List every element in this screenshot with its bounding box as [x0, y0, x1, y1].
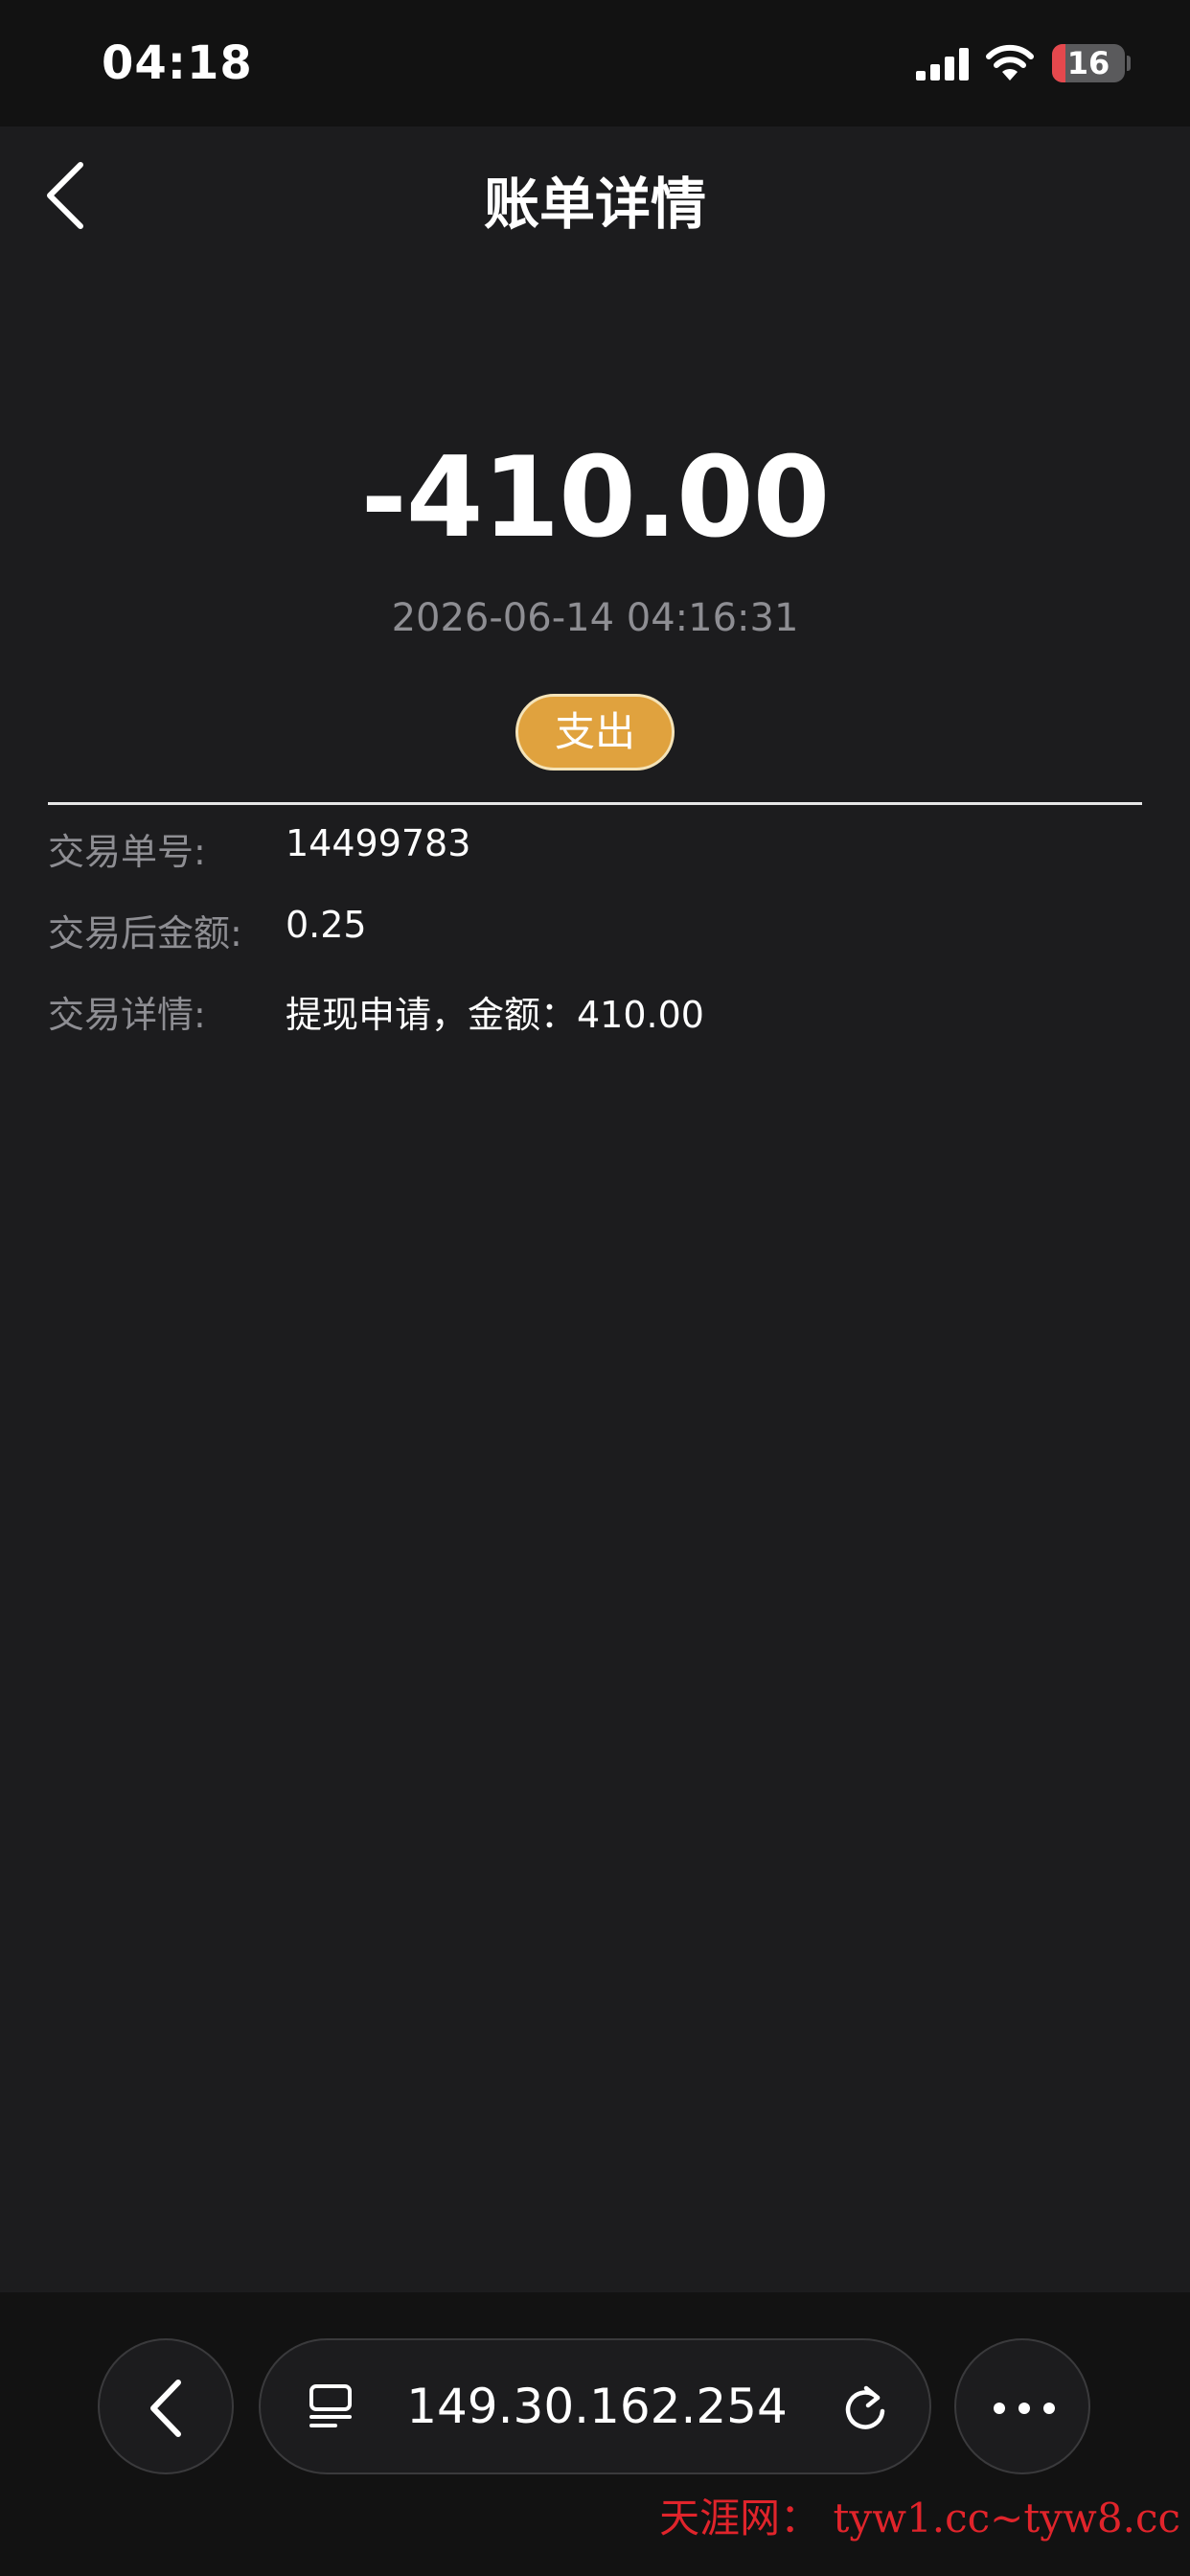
status-bar: 04:18 16 — [0, 0, 1190, 126]
detail-value: 14499783 — [286, 822, 471, 864]
status-time: 04:18 — [102, 36, 253, 90]
chevron-left-icon — [150, 2380, 181, 2437]
ellipsis-icon — [994, 2403, 1055, 2414]
battery-cap — [1127, 56, 1131, 71]
detail-row-description: 交易详情: 提现申请，金额：410.00 — [48, 985, 1142, 1043]
url-text[interactable]: 149.30.162.254 — [261, 2340, 933, 2472]
address-bar[interactable]: 149.30.162.254 — [259, 2338, 931, 2474]
detail-row-order-number: 交易单号: 14499783 — [48, 822, 1142, 880]
detail-row-balance-after: 交易后金额: 0.25 — [48, 904, 1142, 961]
wifi-icon — [986, 44, 1034, 80]
divider — [48, 802, 1142, 805]
bill-detail-screen: 04:18 16 账单详情 -410.00 2026-06-14 04:16:3… — [0, 0, 1190, 2576]
browser-back-button[interactable] — [98, 2338, 234, 2474]
detail-value: 0.25 — [286, 904, 367, 946]
detail-value: 提现申请，金额：410.00 — [286, 994, 704, 1036]
reload-icon[interactable] — [841, 2382, 889, 2432]
battery-icon: 16 — [1052, 44, 1125, 82]
transaction-type-badge: 支出 — [515, 694, 675, 770]
cellular-signal-icon — [916, 48, 969, 80]
detail-label: 交易后金额: — [48, 912, 242, 954]
transaction-amount: -410.00 — [360, 433, 831, 563]
battery-level: 16 — [1066, 45, 1110, 81]
more-options-button[interactable] — [954, 2338, 1090, 2474]
transaction-datetime: 2026-06-14 04:16:31 — [391, 596, 799, 640]
page-title: 账单详情 — [483, 172, 706, 237]
detail-label: 交易单号: — [48, 831, 206, 873]
watermark-text: 天涯网： tyw1.cc~tyw8.cc — [659, 2495, 1180, 2542]
detail-label: 交易详情: — [48, 994, 206, 1036]
